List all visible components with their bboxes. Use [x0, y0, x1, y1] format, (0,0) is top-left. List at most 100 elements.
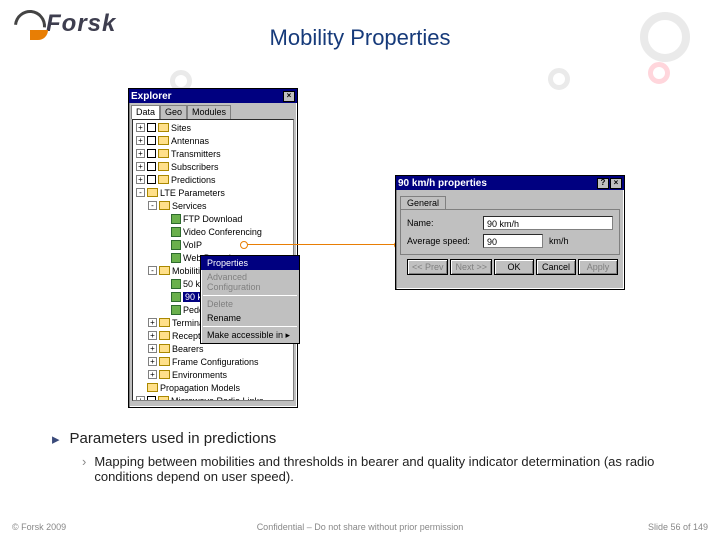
bullet-1-text: Parameters used in predictions [70, 430, 277, 448]
close-icon[interactable]: × [283, 91, 295, 102]
checkbox-icon[interactable] [147, 149, 156, 158]
apply-button[interactable]: Apply [578, 259, 618, 275]
tree-item[interactable]: - Services [134, 199, 292, 212]
tree-item[interactable]: Propagation Models [134, 381, 292, 394]
close-icon[interactable]: × [610, 178, 622, 189]
tree-item-label: Bearers [172, 344, 204, 354]
deco-ring-icon [648, 62, 670, 84]
bullet-1: ▸ Parameters used in predictions [52, 430, 690, 448]
checkbox-icon[interactable] [147, 396, 156, 401]
footer-mid: Confidential – Do not share without prio… [0, 522, 720, 532]
expand-icon[interactable]: - [148, 266, 157, 275]
item-icon [171, 279, 181, 289]
folder-icon [147, 383, 158, 392]
expand-icon[interactable]: + [136, 136, 145, 145]
dialog-title: 90 km/h properties [398, 178, 487, 189]
next-button[interactable]: Next >> [450, 259, 492, 275]
tree-item-label: Video Conferencing [183, 227, 262, 237]
bullet-icon: ▸ [52, 430, 60, 448]
menu-item: Delete [201, 297, 299, 311]
folder-icon [147, 188, 158, 197]
folder-icon [159, 344, 170, 353]
expand-icon[interactable]: + [148, 331, 157, 340]
tree-item-label: VoIP [183, 240, 202, 250]
menu-item[interactable]: Rename [201, 311, 299, 325]
slide-title: Mobility Properties [0, 25, 720, 51]
tree-item[interactable]: + Microwave Radio Links [134, 394, 292, 401]
expand-icon[interactable]: + [148, 370, 157, 379]
menu-item[interactable]: Make accessible in ▸ [201, 328, 299, 343]
tree-item[interactable]: + Environments [134, 368, 292, 381]
checkbox-icon[interactable] [147, 123, 156, 132]
item-icon [171, 253, 181, 263]
tree-item-label: Microwave Radio Links [171, 396, 264, 402]
help-icon[interactable]: ? [597, 178, 609, 189]
tree-item[interactable]: +Subscribers [134, 160, 292, 173]
deco-ring-icon [548, 68, 570, 90]
tree-item[interactable]: +Frame Configurations [134, 355, 292, 368]
folder-icon [158, 175, 169, 184]
ok-button[interactable]: OK [494, 259, 534, 275]
tree-item[interactable]: Video Conferencing [134, 225, 292, 238]
item-icon [171, 214, 181, 224]
tab-data[interactable]: Data [131, 105, 160, 119]
checkbox-icon[interactable] [147, 175, 156, 184]
tree-item-label: Services [172, 201, 207, 211]
bullet-2-text: Mapping between mobilities and threshold… [94, 454, 690, 484]
tab-geo[interactable]: Geo [160, 105, 187, 119]
expand-icon[interactable]: + [148, 357, 157, 366]
prev-button[interactable]: << Prev [407, 259, 449, 275]
tree-item-label: LTE Parameters [160, 188, 225, 198]
tree-item-label: Transmitters [171, 149, 221, 159]
explorer-tabs: Data Geo Modules [129, 103, 297, 119]
item-icon [171, 292, 181, 302]
cancel-button[interactable]: Cancel [536, 259, 576, 275]
tree-item[interactable]: + Predictions [134, 173, 292, 186]
folder-icon [158, 123, 169, 132]
item-icon [171, 240, 181, 250]
explorer-titlebar: Explorer × [129, 89, 297, 103]
expand-icon[interactable]: + [136, 175, 145, 184]
tree-item-label: Antennas [171, 136, 209, 146]
tree-item[interactable]: + Antennas [134, 134, 292, 147]
folder-icon [159, 201, 170, 210]
tree-item[interactable]: +Sites [134, 121, 292, 134]
expand-icon[interactable]: + [136, 149, 145, 158]
checkbox-icon[interactable] [147, 162, 156, 171]
folder-icon [158, 396, 169, 401]
speed-label: Average speed: [407, 236, 477, 246]
folder-icon [159, 266, 170, 275]
expand-icon[interactable]: - [136, 188, 145, 197]
checkbox-icon[interactable] [147, 136, 156, 145]
menu-item: Advanced Configuration [201, 270, 299, 294]
dialog-titlebar: 90 km/h properties ? × [396, 176, 624, 190]
tree-item[interactable]: - LTE Parameters [134, 186, 292, 199]
tree-item[interactable]: FTP Download [134, 212, 292, 225]
menu-item[interactable]: Properties [201, 256, 299, 270]
tab-modules[interactable]: Modules [187, 105, 231, 119]
name-field[interactable]: 90 km/h [483, 216, 613, 230]
expand-icon[interactable]: + [136, 396, 145, 401]
expand-icon[interactable]: + [136, 123, 145, 132]
name-label: Name: [407, 218, 477, 228]
context-menu: PropertiesAdvanced Configuration DeleteRe… [200, 255, 300, 344]
expand-icon[interactable]: + [136, 162, 145, 171]
folder-icon [158, 149, 169, 158]
tree-item-label: Propagation Models [160, 383, 240, 393]
speed-field[interactable]: 90 [483, 234, 543, 248]
tree-item-label: Predictions [171, 175, 216, 185]
tree-item[interactable]: + Transmitters [134, 147, 292, 160]
sub-bullet-icon: › [82, 454, 86, 484]
expand-icon[interactable]: - [148, 201, 157, 210]
folder-icon [159, 318, 170, 327]
speed-unit: km/h [549, 236, 569, 246]
slide-content: ▸ Parameters used in predictions › Mappi… [52, 430, 690, 484]
tree-item-label: Environments [172, 370, 227, 380]
expand-icon[interactable]: + [148, 344, 157, 353]
properties-dialog: 90 km/h properties ? × General Name: 90 … [395, 175, 625, 290]
explorer-window: Explorer × Data Geo Modules +Sites+Anten… [128, 88, 298, 408]
bullet-2: › Mapping between mobilities and thresho… [52, 454, 690, 484]
dialog-tab-general[interactable]: General [400, 196, 446, 209]
expand-icon[interactable]: + [148, 318, 157, 327]
slide-footer: © Forsk 2009 Confidential – Do not share… [0, 522, 720, 532]
